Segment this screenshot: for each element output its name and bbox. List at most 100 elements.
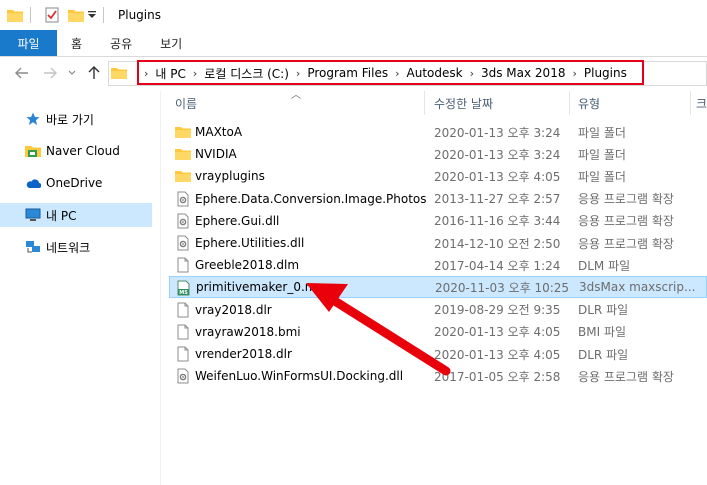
folder-icon xyxy=(6,6,24,24)
maxscript-file-icon: MS xyxy=(176,280,192,296)
title-bar: Plugins xyxy=(0,0,707,30)
file-row[interactable]: vray2018.dlr 2019-08-29 오전 9:35 DLR 파일 xyxy=(169,299,707,321)
file-date: 2019-08-29 오전 9:35 xyxy=(434,303,561,318)
properties-icon[interactable] xyxy=(43,6,61,24)
file-name: vray2018.dlr xyxy=(195,302,272,317)
file-type: DLR 파일 xyxy=(578,347,629,362)
dll-file-icon xyxy=(175,368,191,384)
chevron-right-icon[interactable]: › xyxy=(144,67,148,80)
sidebar-item-network[interactable]: 네트워크 xyxy=(0,235,152,259)
recent-locations-chevron-icon[interactable] xyxy=(62,63,82,83)
file-type: 응용 프로그램 확장 xyxy=(578,369,674,384)
file-name: Ephere.Utilities.dll xyxy=(195,236,305,250)
breadcrumb-item[interactable]: Autodesk xyxy=(407,66,463,80)
dll-file-icon xyxy=(175,235,191,251)
computer-icon xyxy=(25,207,41,223)
file-date: 2020-01-13 오후 4:05 xyxy=(434,325,561,340)
file-name: WeifenLuo.WinFormsUI.Docking.dll xyxy=(195,369,404,384)
sidebar-item-onedrive[interactable]: OneDrive xyxy=(0,171,152,195)
column-header-type[interactable]: 유형 xyxy=(578,91,678,115)
file-icon xyxy=(175,346,191,362)
file-row[interactable]: vrayraw2018.bmi 2020-01-13 오후 4:05 BMI 파일 xyxy=(169,321,707,343)
divider xyxy=(30,7,31,23)
file-row[interactable]: vrender2018.dlr 2020-01-13 오후 4:05 DLR 파일 xyxy=(169,343,707,365)
file-row[interactable]: WeifenLuo.WinFormsUI.Docking.dll 2017-01-… xyxy=(169,365,707,387)
file-name: vrayraw2018.bmi xyxy=(195,324,301,339)
breadcrumb-item[interactable]: Plugins xyxy=(584,66,627,80)
sidebar-item-label: 네트워크 xyxy=(46,240,91,255)
chevron-right-icon[interactable]: › xyxy=(572,67,576,80)
file-row[interactable]: MS primitivemaker_0.ms 2020-11-03 오후 10:25… xyxy=(169,276,707,299)
dll-file-icon xyxy=(175,213,191,229)
file-name: vrayplugins xyxy=(195,169,265,184)
file-row[interactable]: MAXtoA 2020-01-13 오후 3:24 파일 폴더 xyxy=(169,121,707,143)
breadcrumb-item[interactable]: 내 PC xyxy=(155,65,185,82)
sidebar-item-label: 바로 가기 xyxy=(46,112,94,127)
folder-icon xyxy=(175,168,191,184)
file-type: BMI 파일 xyxy=(578,325,627,340)
tab-view[interactable]: 보기 xyxy=(146,30,196,56)
breadcrumb: › 내 PC › 로컬 디스크 (C:) › Program Files › A… xyxy=(144,63,627,83)
back-arrow-icon[interactable] xyxy=(12,63,32,83)
column-divider[interactable] xyxy=(424,91,425,115)
file-row[interactable]: Greeble2018.dlm 2017-04-14 오후 1:24 DLM 파일 xyxy=(169,254,707,276)
file-icon xyxy=(175,324,191,340)
file-icon xyxy=(175,257,191,273)
file-name: Greeble2018.dlm xyxy=(195,258,300,273)
tab-home[interactable]: 홈 xyxy=(57,30,96,56)
sidebar-item-naver-cloud[interactable]: Naver Cloud xyxy=(0,139,152,163)
file-date: 2014-12-10 오전 2:50 xyxy=(434,236,561,251)
file-type: 응용 프로그램 확장 xyxy=(578,214,674,229)
file-type: 파일 폴더 xyxy=(578,147,626,162)
up-arrow-icon[interactable] xyxy=(84,63,104,83)
pane-splitter[interactable] xyxy=(160,91,161,485)
cloud-folder-icon xyxy=(25,143,41,159)
chevron-right-icon[interactable]: › xyxy=(470,67,474,80)
column-divider[interactable] xyxy=(569,91,570,115)
file-type: 3dsMax maxscrip... xyxy=(579,280,696,295)
sidebar-item-label: OneDrive xyxy=(46,176,103,190)
file-row[interactable]: vrayplugins 2020-01-13 오후 4:05 파일 폴더 xyxy=(169,165,707,187)
chevron-right-icon[interactable]: › xyxy=(296,67,300,80)
breadcrumb-item[interactable]: Program Files xyxy=(307,66,388,80)
tab-share[interactable]: 공유 xyxy=(96,30,146,56)
file-date: 2020-01-13 오후 4:05 xyxy=(434,169,561,184)
column-header-name[interactable]: 이름 xyxy=(175,91,415,115)
file-row[interactable]: Ephere.Utilities.dll 2014-12-10 오전 2:50 응용… xyxy=(169,232,707,254)
navigation-bar: › 내 PC › 로컬 디스크 (C:) › Program Files › A… xyxy=(0,57,707,91)
breadcrumb-item[interactable]: 3ds Max 2018 xyxy=(481,66,565,80)
file-date: 2017-04-14 오후 1:24 xyxy=(434,258,561,273)
file-date: 2017-01-05 오후 2:58 xyxy=(434,369,561,384)
column-header-date[interactable]: 수정한 날짜 xyxy=(434,91,564,115)
sidebar-item-this-pc[interactable]: 내 PC xyxy=(0,203,152,227)
onedrive-icon xyxy=(25,175,41,191)
folder-icon xyxy=(175,146,191,162)
file-row[interactable]: Ephere.Data.Conversion.Image.Photosho...… xyxy=(169,188,707,210)
file-date: 2020-11-03 오후 10:25 xyxy=(435,280,570,295)
folder-icon xyxy=(111,65,127,84)
dll-file-icon xyxy=(175,191,191,207)
column-divider[interactable] xyxy=(690,91,691,115)
new-folder-icon[interactable] xyxy=(67,6,85,24)
breadcrumb-item[interactable]: 로컬 디스크 (C:) xyxy=(204,65,289,82)
network-icon xyxy=(25,239,41,255)
file-type: 파일 폴더 xyxy=(578,125,626,140)
chevron-right-icon[interactable]: › xyxy=(395,67,399,80)
file-explorer-window: Plugins 파일 홈 공유 보기 › 내 PC › 로컬 디스크 (C:) xyxy=(0,0,707,485)
star-icon xyxy=(25,111,41,127)
folder-icon xyxy=(175,124,191,140)
file-row[interactable]: Ephere.Gui.dll 2016-11-16 오후 3:44 응용 프로그램 … xyxy=(169,210,707,232)
file-date: 2016-11-16 오후 3:44 xyxy=(434,214,561,229)
customize-toolbar-icon[interactable] xyxy=(87,6,97,24)
chevron-right-icon[interactable]: › xyxy=(193,67,197,80)
column-header-size[interactable]: 크 xyxy=(696,91,707,115)
sidebar-item-quick-access[interactable]: 바로 가기 xyxy=(0,107,152,131)
forward-arrow-icon[interactable] xyxy=(40,63,60,83)
file-name: Ephere.Data.Conversion.Image.Photosho... xyxy=(195,191,427,206)
file-date: 2020-01-13 오후 3:24 xyxy=(434,125,561,140)
file-name: Ephere.Gui.dll xyxy=(195,213,280,228)
file-type: 응용 프로그램 확장 xyxy=(578,192,674,207)
svg-text:MS: MS xyxy=(179,290,188,296)
tab-file[interactable]: 파일 xyxy=(0,30,57,56)
file-row[interactable]: NVIDIA 2020-01-13 오후 3:24 파일 폴더 xyxy=(169,143,707,165)
